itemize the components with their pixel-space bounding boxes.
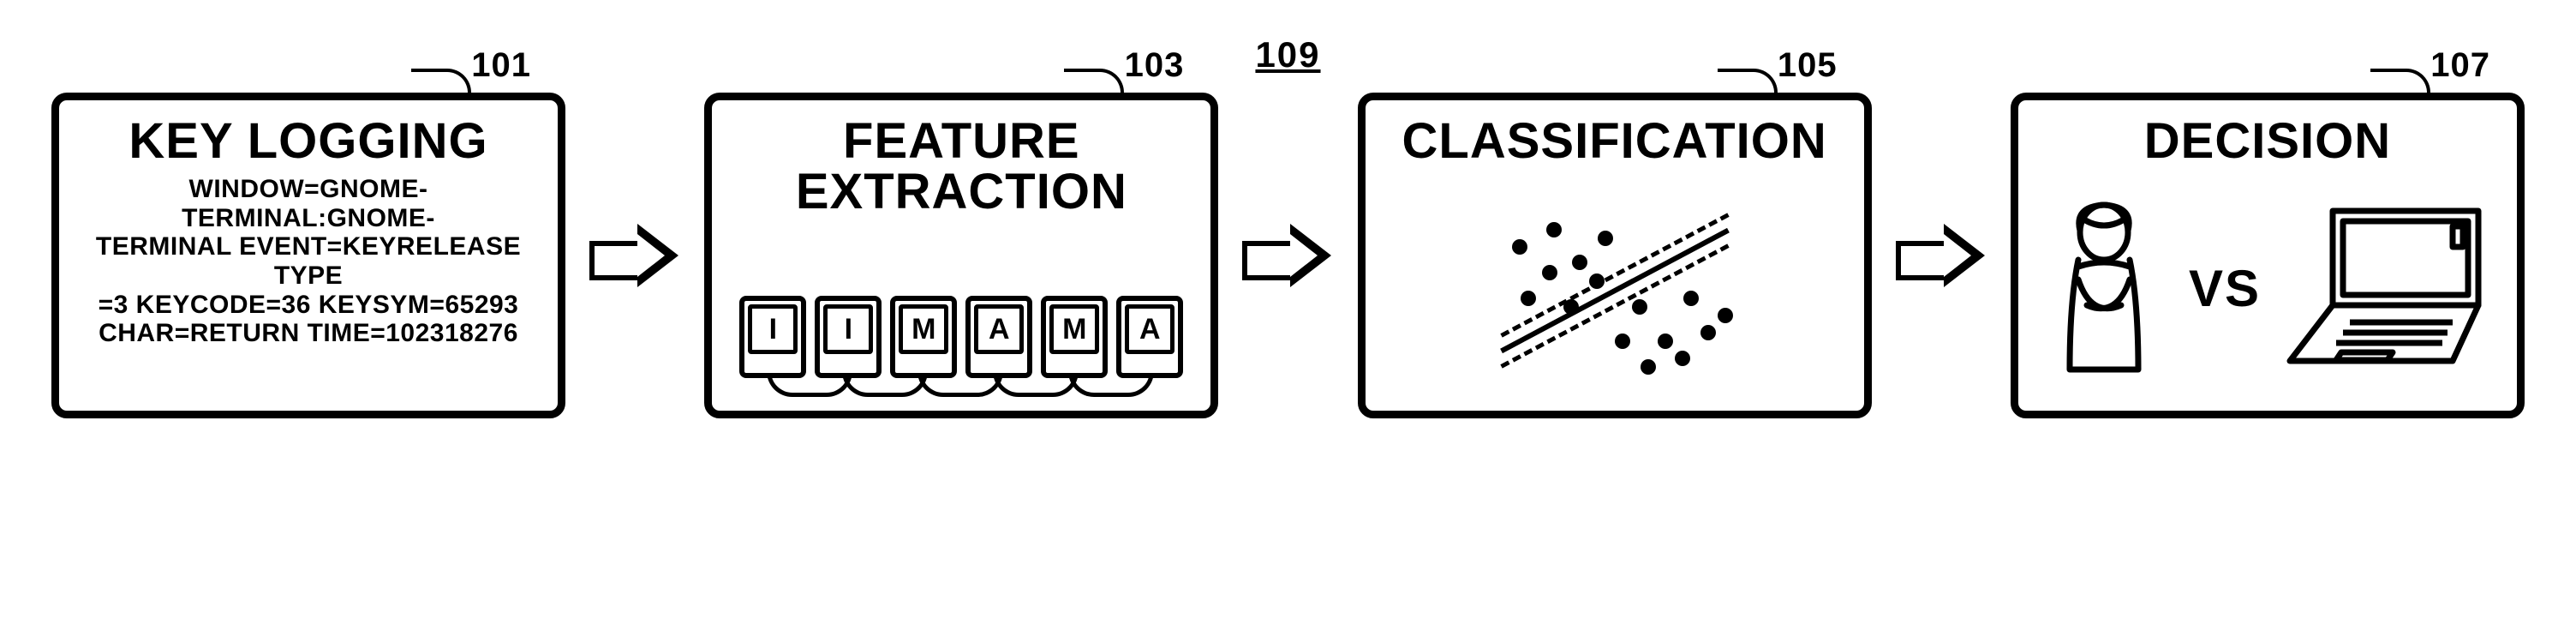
log-line: CHAR=RETURN TIME=102318276 <box>78 319 539 348</box>
human-icon <box>2040 198 2168 378</box>
keycap-icon <box>739 296 806 378</box>
laptop-icon <box>2281 202 2495 374</box>
ref-label: 105 <box>1778 46 1838 85</box>
keycap-row <box>739 296 1183 378</box>
keycap-icon <box>890 296 957 378</box>
arrow-icon <box>1242 225 1333 285</box>
arrow-icon <box>589 225 680 285</box>
title-decision: DECISION <box>2144 116 2391 166</box>
keycap-icon <box>1041 296 1108 378</box>
keycap-icon <box>965 296 1032 378</box>
scatter-dot <box>1542 265 1557 280</box>
scatter-dot <box>1546 222 1562 237</box>
scatter-dot <box>1615 334 1630 349</box>
box-classification: CLASSIFICATION <box>1358 93 1872 418</box>
scatter-dot <box>1700 325 1716 340</box>
box-feature-extraction: FEATUREEXTRACTION <box>704 93 1218 418</box>
separator-line <box>1500 213 1729 337</box>
title-classification: CLASSIFICATION <box>1402 116 1827 166</box>
stage-decision: 107 DECISION VS <box>2011 93 2525 418</box>
scatter-dot <box>1718 308 1733 323</box>
scatter-dot <box>1683 291 1699 306</box>
keycap-icon <box>815 296 882 378</box>
scatter-dot <box>1641 359 1656 375</box>
ref-label: 107 <box>2430 46 2490 85</box>
scatter-plot-icon <box>1461 205 1769 376</box>
scatter-dot <box>1589 273 1605 289</box>
box-key-logging: KEY LOGGING WINDOW=GNOME-TERMINAL:GNOME-… <box>51 93 565 418</box>
scatter-dot <box>1512 239 1527 255</box>
title-key-logging: KEY LOGGING <box>129 116 487 166</box>
scatter-dot <box>1632 299 1647 315</box>
separator-line <box>1500 228 1730 353</box>
title-feature-extraction: FEATUREEXTRACTION <box>796 116 1127 217</box>
scatter-dot <box>1658 334 1673 349</box>
log-text: WINDOW=GNOME-TERMINAL:GNOME- TERMINAL EV… <box>78 175 539 348</box>
scatter-dot <box>1572 255 1587 270</box>
stage-classification: 105 CLASSIFICATION <box>1358 93 1872 418</box>
ref-label: 101 <box>471 46 531 85</box>
arrow-icon <box>1896 225 1987 285</box>
scatter-dot <box>1675 351 1690 366</box>
stage-feature-extraction: 103 FEATUREEXTRACTION <box>704 93 1218 418</box>
box-decision: DECISION VS <box>2011 93 2525 418</box>
scatter-dot <box>1521 291 1536 306</box>
log-line: TERMINAL EVENT=KEYRELEASE TYPE <box>78 232 539 290</box>
log-line: =3 KEYCODE=36 KEYSYM=65293 <box>78 291 539 320</box>
log-line: WINDOW=GNOME-TERMINAL:GNOME- <box>78 175 539 232</box>
keycap-icon <box>1116 296 1183 378</box>
stage-key-logging: 101 KEY LOGGING WINDOW=GNOME-TERMINAL:GN… <box>51 93 565 418</box>
vs-label: VS <box>2189 259 2261 318</box>
pipeline-flow: 101 KEY LOGGING WINDOW=GNOME-TERMINAL:GN… <box>51 93 2525 418</box>
decision-row: VS <box>2040 198 2495 378</box>
separator-line <box>1500 243 1729 368</box>
scatter-dot <box>1598 231 1613 246</box>
scatter-dot <box>1563 299 1579 315</box>
ref-label: 103 <box>1125 46 1185 85</box>
